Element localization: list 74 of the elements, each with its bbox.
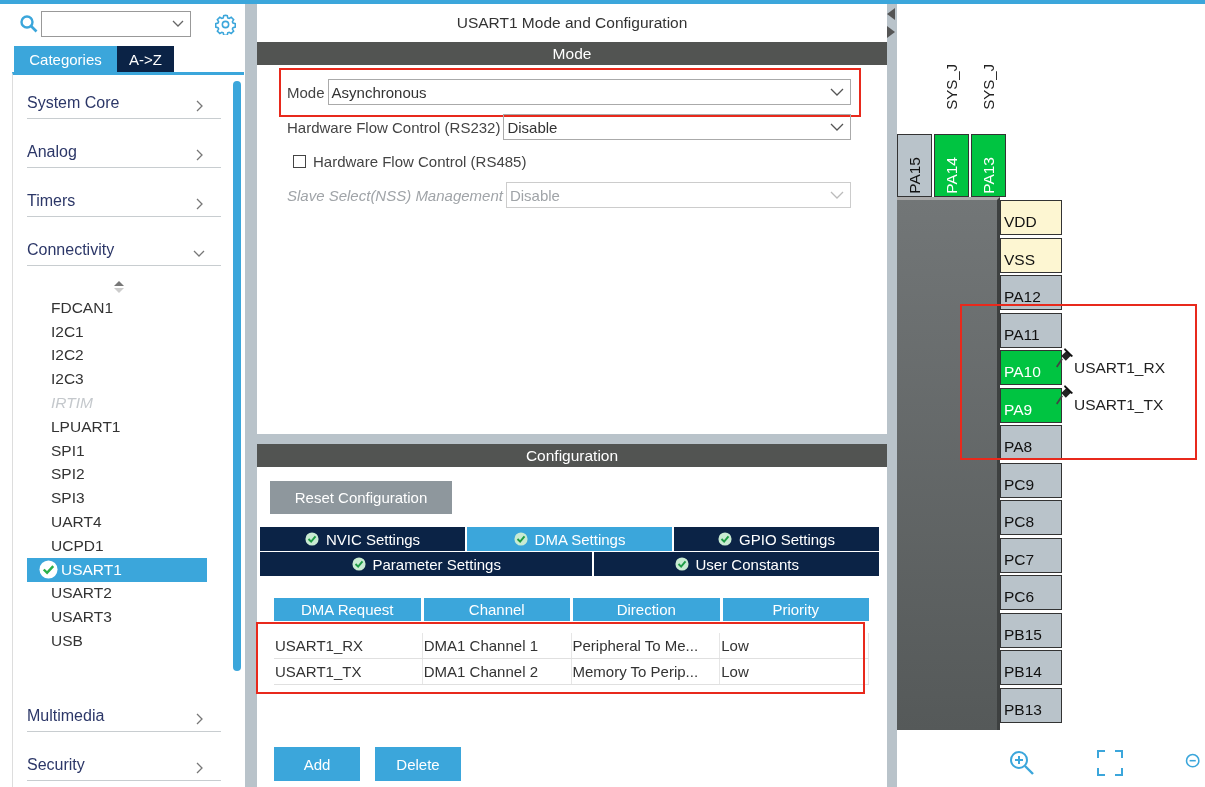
peripheral-item[interactable]: I2C3	[27, 367, 207, 392]
pin[interactable]: VSS	[1000, 237, 1062, 273]
peripheral-item[interactable]: LPUART1	[27, 415, 207, 439]
chevron-down-icon	[830, 123, 844, 131]
search-combo-box[interactable]	[41, 11, 191, 37]
peripheral-item[interactable]: UART4	[27, 510, 207, 534]
table-cell: DMA1 Channel 1	[422, 633, 572, 658]
signal-label: SYS_J	[980, 64, 997, 110]
peripheral-item[interactable]: USART2	[27, 581, 207, 606]
table-cell: DMA1 Channel 2	[422, 659, 572, 684]
field-label: Mode	[287, 83, 325, 101]
column-header: Direction	[573, 598, 720, 621]
column-header: DMA Request	[274, 598, 421, 621]
column-header: Channel	[423, 598, 570, 621]
pin[interactable]: PC7	[1000, 537, 1062, 573]
table-cell: Memory To Perip...	[571, 659, 721, 684]
signal-label: USART1_RX	[1074, 358, 1166, 377]
signal-label: SYS_J	[943, 64, 960, 110]
dropdown[interactable]: Disable	[503, 114, 851, 140]
category-tab[interactable]: A->Z	[117, 46, 174, 72]
dropdown[interactable]: Asynchronous	[327, 79, 851, 105]
category-item[interactable]: System Core	[27, 78, 221, 119]
table-cell: Low	[720, 659, 869, 684]
peripheral-item[interactable]: SPI2	[27, 462, 207, 487]
peripheral-item[interactable]: I2C1	[27, 319, 207, 344]
category-item[interactable]: Multimedia	[27, 690, 221, 732]
settings-tab[interactable]: GPIO Settings	[674, 527, 879, 551]
chevron-down-icon	[830, 88, 844, 96]
pin[interactable]: PC9	[1000, 462, 1062, 498]
settings-tab[interactable]: User Constants	[594, 552, 879, 576]
peripheral-item[interactable]: FDCAN1	[27, 296, 207, 320]
column-header: Priority	[722, 598, 869, 621]
pin[interactable]: PA11	[1000, 312, 1062, 348]
table-cell: USART1_RX	[274, 633, 423, 658]
checkbox-label: Hardware Flow Control (RS485)	[313, 152, 527, 170]
chevron-down-icon	[172, 20, 184, 28]
pin[interactable]: PA15	[897, 134, 932, 197]
field-label: Slave Select(NSS) Management	[287, 186, 503, 204]
scrollbar[interactable]	[233, 81, 241, 671]
section-header: Configuration	[257, 444, 887, 467]
table-cell: Peripheral To Me...	[571, 633, 721, 658]
settings-tab[interactable]: Parameter Settings	[260, 552, 593, 576]
panel-title: USART1 Mode and Configuration	[455, 13, 689, 33]
category-item[interactable]: Security	[27, 739, 221, 781]
settings-tab[interactable]: NVIC Settings	[260, 527, 465, 551]
peripheral-item[interactable]: I2C2	[27, 343, 207, 368]
pin[interactable]: VDD	[1000, 200, 1062, 235]
fit-screen-icon[interactable]	[1097, 750, 1123, 776]
field-label: Hardware Flow Control (RS232)	[287, 118, 501, 136]
section-header: Mode	[257, 42, 887, 65]
pin[interactable]: PA8	[1000, 425, 1062, 460]
category-item[interactable]: Timers	[27, 176, 221, 217]
peripheral-item[interactable]: UCPD1	[27, 533, 207, 558]
pin[interactable]: PC6	[1000, 575, 1062, 610]
pin[interactable]: PA12	[1000, 275, 1062, 310]
chevron-down-icon	[830, 191, 844, 199]
signal-label: USART1_TX	[1074, 396, 1164, 414]
peripheral-item[interactable]: USB	[27, 629, 207, 653]
category-item[interactable]: Connectivity	[27, 225, 221, 266]
checkbox[interactable]	[293, 154, 306, 168]
table-cell: Low	[720, 633, 869, 658]
pin[interactable]: PB15	[1000, 612, 1062, 648]
peripheral-item[interactable]: SPI3	[27, 486, 207, 511]
table-cell: USART1_TX	[274, 659, 423, 684]
pin[interactable]: PB14	[1000, 650, 1062, 685]
peripheral-item[interactable]: SPI1	[27, 438, 207, 463]
settings-icon[interactable]	[215, 13, 236, 35]
zoom-in-icon[interactable]	[1009, 750, 1035, 776]
pin[interactable]: PC8	[1000, 500, 1062, 535]
sort-icon[interactable]	[114, 281, 124, 293]
category-item[interactable]: Analog	[27, 127, 221, 168]
pin[interactable]: PB13	[1000, 687, 1062, 723]
search-icon[interactable]	[20, 15, 38, 33]
peripheral-item[interactable]: USART3	[27, 605, 207, 630]
